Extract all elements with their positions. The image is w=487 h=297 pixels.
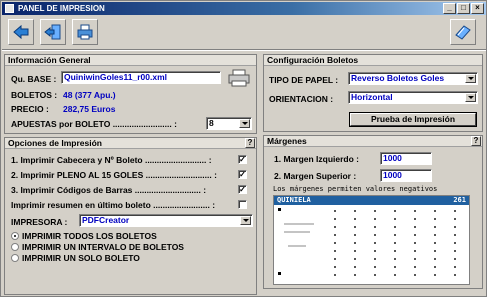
close-button[interactable]: × (471, 3, 484, 14)
impresora-value: PDFCreator (82, 215, 130, 225)
apuestas-value: 8 (209, 118, 214, 128)
base-field[interactable]: QuiniwinGoles11_r00.xml (61, 71, 221, 84)
radio-solo[interactable] (11, 254, 19, 262)
print-button[interactable] (72, 19, 98, 45)
back-arrow-icon (13, 24, 29, 40)
title-bar: PANEL DE IMPRESION _ □ × (2, 2, 486, 15)
opciones-header: Opciones de Impresión (5, 138, 256, 149)
exit-door-icon (44, 24, 61, 40)
checkbox-pleno[interactable]: ✓ (238, 170, 247, 179)
config-header: Configuración Boletos (264, 55, 482, 66)
window-controls: _ □ × (443, 3, 484, 14)
ticket-preview: QUINIELA 261 (273, 195, 470, 285)
radio-label-solo[interactable]: IMPRIMIR UN SOLO BOLETO (22, 253, 140, 263)
checkbox-resumen[interactable] (238, 200, 247, 209)
app-icon (5, 4, 14, 13)
radio-intervalo[interactable] (11, 243, 19, 251)
print-panel-window: PANEL DE IMPRESION _ □ × Información Gen… (0, 0, 487, 297)
preview-grid-graphic (278, 208, 456, 276)
apuestas-label: APUESTAS por BOLETO ....................… (11, 119, 177, 129)
boletos-value: 48 (377 Apu.) (63, 90, 116, 100)
radio-todos[interactable] (11, 232, 19, 240)
tipo-papel-value: Reverso Boletos Goles (351, 73, 445, 83)
toolbar (2, 16, 486, 48)
base-label: Qu. BASE : (11, 74, 57, 84)
impresora-select[interactable]: PDFCreator (79, 214, 253, 227)
chevron-down-icon[interactable] (465, 93, 476, 102)
chevron-down-icon[interactable] (240, 216, 251, 225)
minimize-button[interactable]: _ (443, 3, 456, 14)
printer-icon[interactable] (228, 69, 250, 87)
orientacion-label: ORIENTACION : (269, 94, 334, 104)
prueba-impresion-button[interactable]: Prueba de Impresión (350, 113, 476, 126)
margenes-header: Márgenes (264, 136, 482, 147)
check-label-resumen: Imprimir resumen en último boleto ......… (11, 200, 216, 210)
help-icon[interactable]: ? (471, 136, 481, 146)
precio-label: PRECIO : (11, 104, 49, 114)
exit-button[interactable] (40, 19, 66, 45)
margenes-note: Los márgenes permiten valores negativos (273, 185, 438, 193)
orientacion-value: Horizontal (351, 92, 393, 102)
info-general-panel: Información General Qu. BASE : QuiniwinG… (4, 54, 257, 134)
tipo-papel-label: TIPO DE PAPEL : (269, 75, 339, 85)
margen-izquierdo-label: 1. Margen Izquierdo : (274, 154, 360, 164)
orientacion-select[interactable]: Horizontal (348, 91, 478, 104)
checkbox-codigos[interactable]: ✓ (238, 185, 247, 194)
check-label-codigos: 3. Imprimir Códigos de Barras ..........… (11, 185, 207, 195)
boletos-label: BOLETOS : (11, 90, 58, 100)
maximize-button[interactable]: □ (457, 3, 470, 14)
checkbox-cabecera[interactable]: ✓ (238, 155, 247, 164)
window-title: PANEL DE IMPRESION (18, 4, 105, 13)
precio-value: 282,75 Euros (63, 104, 116, 114)
check-label-pleno: 2. Imprimir PLENO AL 15 GOLES ..........… (11, 170, 217, 180)
config-panel: Configuración Boletos TIPO DE PAPEL : Re… (263, 54, 483, 132)
margen-superior-label: 2. Margen Superior : (274, 171, 357, 181)
apuestas-select[interactable]: 8 (206, 117, 252, 130)
chevron-down-icon[interactable] (465, 74, 476, 83)
radio-label-intervalo[interactable]: IMPRIMIR UN INTERVALO DE BOLETOS (22, 242, 184, 252)
info-general-header: Información General (5, 55, 256, 66)
book-button[interactable] (450, 19, 476, 45)
chevron-down-icon[interactable] (239, 119, 250, 128)
toolbar-separator (2, 49, 486, 51)
margen-superior-field[interactable]: 1000 (380, 169, 432, 182)
book-icon (455, 25, 471, 40)
tipo-papel-select[interactable]: Reverso Boletos Goles (348, 72, 478, 85)
help-icon[interactable]: ? (245, 138, 255, 148)
impresora-label: IMPRESORA : (11, 217, 68, 227)
printer-icon (77, 24, 93, 40)
margen-izquierdo-field[interactable]: 1000 (380, 152, 432, 165)
radio-label-todos[interactable]: IMPRIMIR TODOS LOS BOLETOS (22, 231, 157, 241)
opciones-panel: Opciones de Impresión ? 1. Imprimir Cabe… (4, 137, 257, 295)
check-label-cabecera: 1. Imprimir Cabecera y Nº Boleto .......… (11, 155, 212, 165)
back-button[interactable] (8, 19, 34, 45)
